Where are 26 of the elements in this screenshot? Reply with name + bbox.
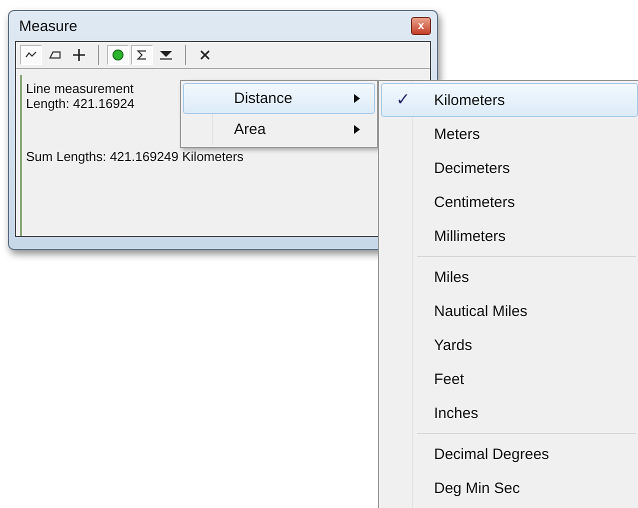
- window-title: Measure: [18, 18, 78, 34]
- menu-item[interactable]: Centimeters: [381, 185, 638, 219]
- check-mark: ✓: [395, 89, 411, 109]
- menu-item[interactable]: Decimeters: [381, 151, 638, 185]
- result-text: Length: 421.16924: [26, 96, 134, 111]
- menu-item[interactable]: Nautical Miles: [381, 294, 638, 328]
- menu-item[interactable]: Feet: [381, 362, 638, 396]
- menu-item[interactable]: Yards: [381, 328, 638, 362]
- menu-item[interactable]: Deg Min Sec: [381, 471, 638, 505]
- plus-icon: [72, 48, 86, 62]
- sigma-icon: [135, 48, 149, 62]
- menu-item[interactable]: Decimal Degrees: [381, 437, 638, 471]
- clear-icon: [198, 48, 212, 62]
- toolbar-button[interactable]: [107, 45, 129, 65]
- menu-item[interactable]: Miles: [381, 260, 638, 294]
- menu-item[interactable]: Inches: [381, 396, 638, 430]
- menu-item[interactable]: Distance: [183, 83, 375, 114]
- result-text: Line measurement: [26, 81, 134, 96]
- result-text: Sum Lengths: 421.169249 Kilometers: [26, 149, 244, 164]
- menu-item[interactable]: Millimeters: [381, 219, 638, 253]
- units-dropdown-icon: [159, 48, 173, 62]
- circle-icon: [111, 48, 125, 62]
- menu-item[interactable]: Meters: [381, 117, 638, 151]
- menu-item[interactable]: Kilometers ✓: [381, 83, 638, 117]
- toolbar-button[interactable]: [131, 45, 153, 65]
- toolbar-button[interactable]: [20, 45, 42, 65]
